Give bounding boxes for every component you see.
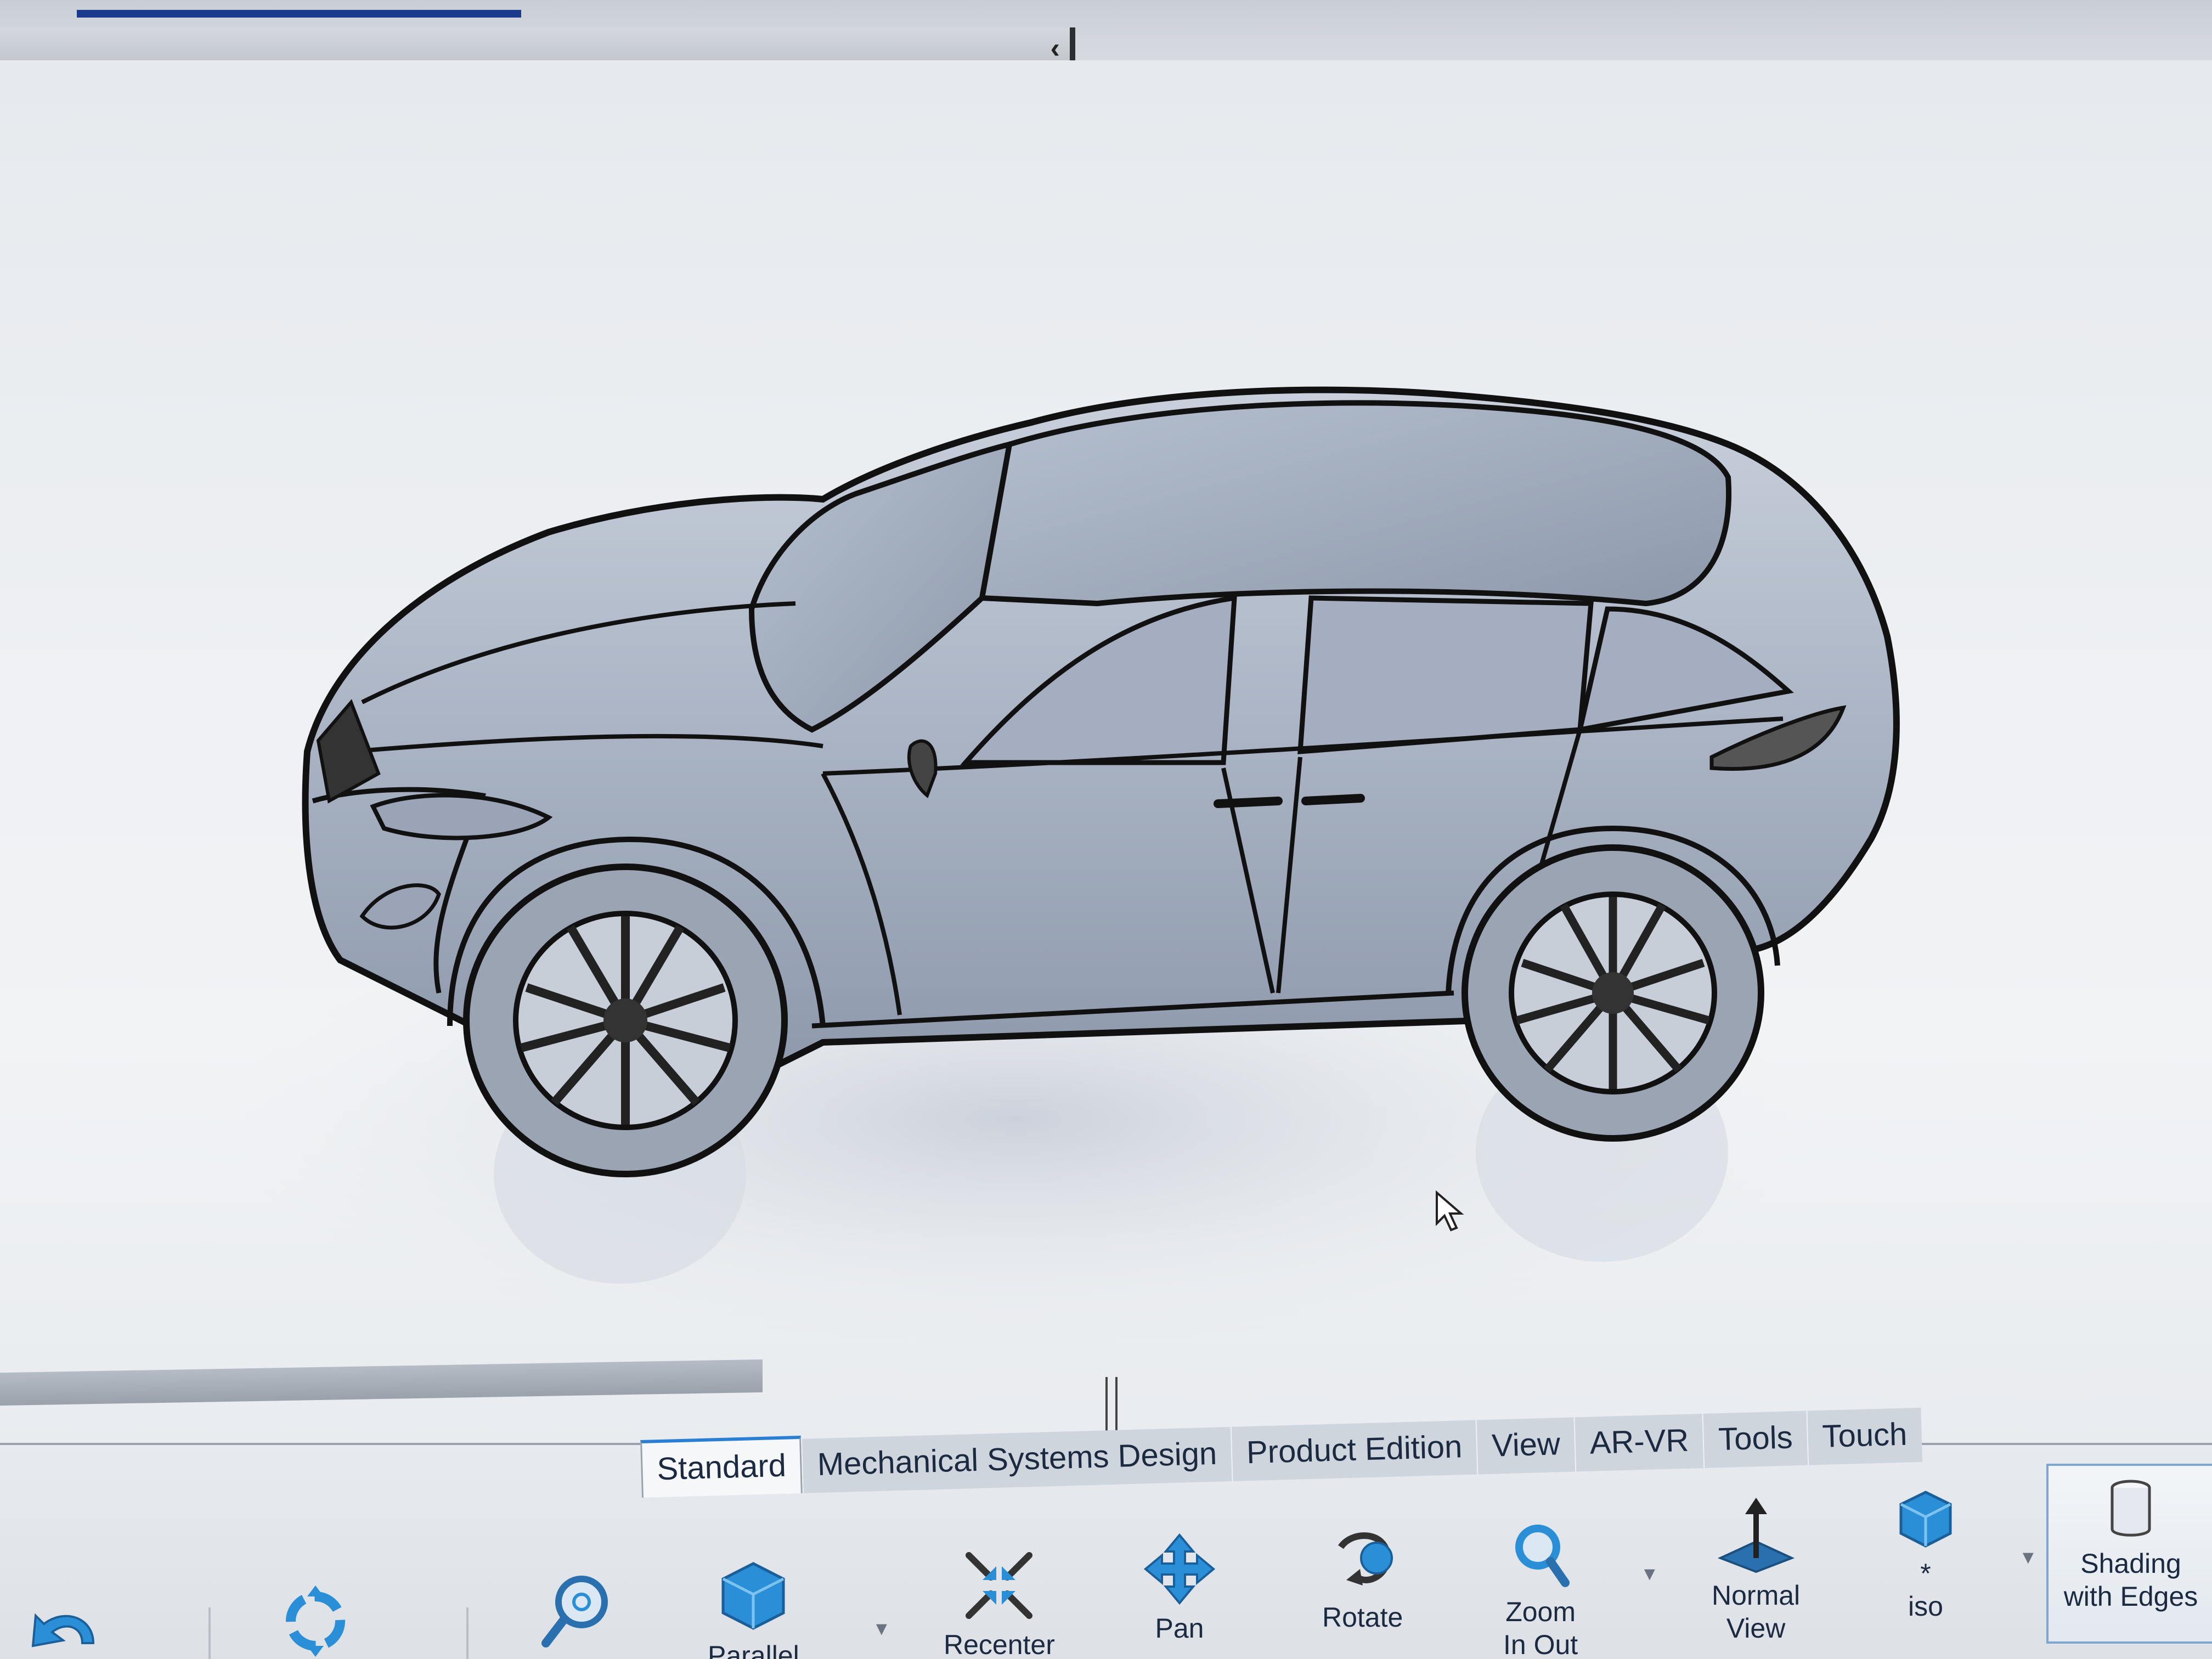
tab-touch[interactable]: Touch [1806, 1407, 1922, 1465]
normal-view-button[interactable]: Normal View [1712, 1498, 1800, 1645]
shading-tool: Shading with Edges [2059, 1477, 2202, 1613]
3d-viewport[interactable] [0, 60, 2212, 1459]
shading-label-line1: Shading [2080, 1548, 2181, 1579]
normal-view-label-line1: Normal [1712, 1580, 1801, 1611]
sunroof [979, 400, 1732, 607]
mouse-pointer-icon [1436, 1190, 1464, 1232]
recenter-button[interactable]: Recenter [944, 1547, 1055, 1659]
recenter-icon [966, 1552, 1033, 1619]
iso-view-button[interactable]: * iso [1893, 1487, 1959, 1623]
iso-dropdown-caret[interactable]: ▼ [2019, 1547, 2038, 1568]
undo-button[interactable] [22, 1602, 104, 1659]
pan-button[interactable]: Pan [1141, 1531, 1218, 1645]
zoom-label-line2: In Out [1503, 1629, 1578, 1659]
top-progress-bar [77, 10, 521, 18]
shading-with-edges-icon [2111, 1480, 2151, 1537]
shading-with-edges-button[interactable]: Shading with Edges [2046, 1464, 2212, 1644]
door-handle-rear [1301, 794, 1365, 805]
zoom-icon [1515, 1525, 1570, 1587]
iso-marker: * [1920, 1558, 1931, 1589]
rotate-icon [1338, 1532, 1393, 1585]
collapse-panel-button[interactable]: ‹ [1051, 32, 1060, 65]
cad-application-window: ‹ Standard Mechanical Systems Design Pro… [0, 0, 2212, 1659]
toolbar-separator [466, 1607, 469, 1659]
car-model[interactable] [0, 60, 2212, 1459]
fit-all-icon [286, 1585, 345, 1657]
recenter-label: Recenter [944, 1629, 1055, 1659]
door-handle-front [1214, 797, 1283, 808]
zoom-area-button[interactable] [538, 1569, 614, 1656]
rear-wheel [1462, 844, 1764, 1142]
pan-label: Pan [1155, 1613, 1204, 1644]
normal-view-icon [1717, 1498, 1795, 1573]
pan-icon [1143, 1533, 1216, 1605]
zoom-in-out-button[interactable]: Zoom In Out [1503, 1520, 1578, 1659]
parallel-dropdown-caret[interactable]: ▼ [872, 1618, 891, 1640]
tab-ar-vr[interactable]: AR-VR [1573, 1413, 1704, 1472]
iso-label: iso [1908, 1591, 1943, 1622]
tab-product-edition[interactable]: Product Edition [1230, 1420, 1477, 1481]
parallel-label: Parallel [708, 1640, 799, 1659]
parallel-cube-icon [721, 1562, 785, 1630]
zoom-dropdown-caret[interactable]: ▼ [1640, 1564, 1659, 1585]
normal-view-label-line2: View [1726, 1613, 1786, 1644]
toolbar-separator [208, 1607, 211, 1659]
fit-all-button[interactable] [274, 1580, 357, 1659]
iso-cube-icon [1899, 1491, 1952, 1548]
rear-side-window [1297, 595, 1594, 754]
tab-standard[interactable]: Standard [640, 1435, 803, 1498]
shading-label-line2: with Edges [2063, 1581, 2198, 1612]
tab-view[interactable]: View [1475, 1417, 1576, 1475]
front-wheel [463, 864, 788, 1177]
tab-tools[interactable]: Tools [1702, 1410, 1808, 1468]
parallel-button[interactable]: Parallel [708, 1558, 799, 1659]
zoom-label-line1: Zoom [1505, 1596, 1576, 1627]
undo-icon [31, 1613, 95, 1647]
rotate-label: Rotate [1322, 1602, 1403, 1633]
rotate-button[interactable]: Rotate [1322, 1525, 1403, 1634]
zoom-area-icon [541, 1576, 608, 1647]
